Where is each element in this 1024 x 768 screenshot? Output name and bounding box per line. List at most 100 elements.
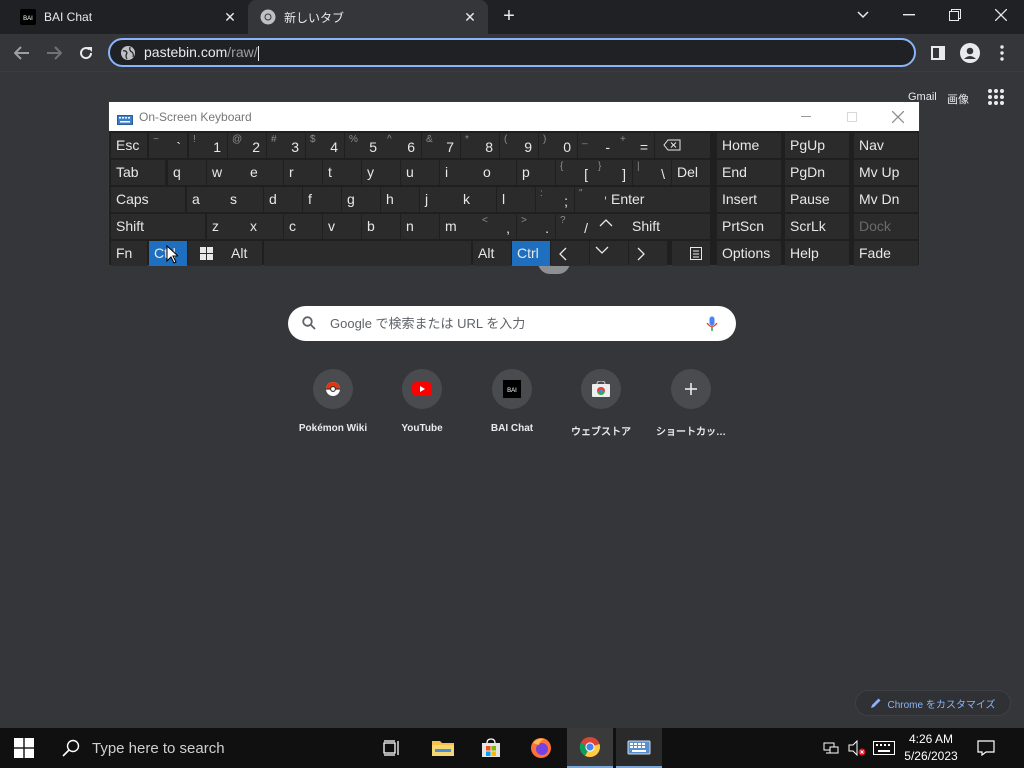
key-char[interactable]: m xyxy=(440,214,478,239)
key-char[interactable]: % 5 xyxy=(345,133,383,158)
key-char[interactable]: e xyxy=(245,160,283,185)
key-char[interactable]: y xyxy=(362,160,400,185)
key-char[interactable]: :; xyxy=(536,187,574,212)
key-char[interactable]: ^ 6 xyxy=(383,133,421,158)
key-char[interactable]: z xyxy=(207,214,245,239)
key-char[interactable]: (9 xyxy=(500,133,538,158)
key-dock[interactable]: Dock xyxy=(854,214,918,239)
touch-keyboard-tray-icon[interactable] xyxy=(870,728,898,768)
chrome-taskbar-button[interactable] xyxy=(567,728,613,768)
close-window-button[interactable] xyxy=(978,0,1024,30)
key-caps[interactable]: Caps xyxy=(111,187,185,212)
key-char[interactable]: v xyxy=(323,214,361,239)
restore-button[interactable] xyxy=(932,0,978,30)
key-char[interactable]: o xyxy=(478,160,516,185)
key-pause[interactable]: Pause xyxy=(785,187,849,212)
key-char[interactable]: n xyxy=(401,214,439,239)
forward-button[interactable] xyxy=(40,39,68,67)
key-char[interactable]: ? / xyxy=(556,214,594,239)
key-char[interactable]: $4 xyxy=(306,133,344,158)
profile-button[interactable] xyxy=(956,39,984,67)
key-char[interactable]: >. xyxy=(517,214,555,239)
arrow-down-key[interactable] xyxy=(590,241,628,266)
key-end[interactable]: End xyxy=(717,160,781,185)
firefox-button[interactable] xyxy=(518,728,564,768)
shortcut-youtube[interactable]: YouTube xyxy=(374,368,470,434)
side-panel-button[interactable] xyxy=(924,39,952,67)
key-char[interactable]: h xyxy=(381,187,419,212)
tab-close-icon[interactable]: ✕ xyxy=(220,7,240,27)
network-tray-icon[interactable] xyxy=(818,728,844,768)
address-bar[interactable]: pastebin.com/raw/ xyxy=(108,38,916,67)
shortcut-add[interactable]: ショートカッ… xyxy=(643,368,739,438)
key-help[interactable]: Help xyxy=(785,241,849,266)
key-shift[interactable]: Shift xyxy=(111,214,205,239)
key-char[interactable]: f xyxy=(303,187,341,212)
key-pgup[interactable]: PgUp xyxy=(785,133,849,158)
key-options[interactable]: Options xyxy=(717,241,781,266)
key-char[interactable]: s xyxy=(225,187,263,212)
tab-bai-chat[interactable]: BAI BAI Chat ✕ xyxy=(8,0,248,34)
key-char[interactable]: ~ ` xyxy=(149,133,187,158)
osk-taskbar-button[interactable] xyxy=(616,728,662,768)
key-char[interactable]: l xyxy=(497,187,535,212)
key-insert[interactable]: Insert xyxy=(717,187,781,212)
key-esc[interactable]: Esc xyxy=(111,133,147,158)
volume-tray-icon[interactable] xyxy=(844,728,870,768)
key-mv-dn[interactable]: Mv Dn xyxy=(854,187,918,212)
shortcut-webstore[interactable]: ウェブストア xyxy=(553,368,649,438)
key-char[interactable]: x xyxy=(245,214,283,239)
key-char[interactable]: ) 0 xyxy=(539,133,577,158)
key-char[interactable]: j xyxy=(420,187,458,212)
key-char[interactable]: ! 1 xyxy=(189,133,227,158)
key-char[interactable]: <, xyxy=(478,214,516,239)
key-char[interactable]: k xyxy=(458,187,496,212)
taskbar-clock[interactable]: 4:26 AM 5/26/2023 xyxy=(900,731,962,765)
osk-maximize-button[interactable] xyxy=(829,102,875,131)
key-char[interactable]: _ - xyxy=(578,133,616,158)
key-space[interactable] xyxy=(264,241,471,266)
key-scrlk[interactable]: ScrLk xyxy=(785,214,849,239)
key-char[interactable]: w xyxy=(207,160,245,185)
task-view-button[interactable] xyxy=(370,728,414,768)
key-char[interactable]: i xyxy=(440,160,478,185)
windows-key[interactable] xyxy=(188,241,226,266)
file-explorer-button[interactable] xyxy=(420,728,466,768)
key-char[interactable]: u xyxy=(401,160,439,185)
key-fn[interactable]: Fn xyxy=(111,241,147,266)
osk-close-button[interactable] xyxy=(875,102,921,131)
key-char[interactable]: c xyxy=(284,214,322,239)
key-nav[interactable]: Nav xyxy=(854,133,918,158)
key-char[interactable]: + = xyxy=(616,133,654,158)
key-alt[interactable]: Alt xyxy=(473,241,511,266)
osk-minimize-button[interactable] xyxy=(783,102,829,131)
customize-chrome-button[interactable]: Chrome をカスタマイズ xyxy=(855,690,1011,716)
key-char[interactable]: | \ xyxy=(633,160,671,185)
backspace-key[interactable] xyxy=(655,133,710,158)
key-pgdn[interactable]: PgDn xyxy=(785,160,849,185)
key-char[interactable]: {[ xyxy=(556,160,594,185)
shortcut-pokemon-wiki[interactable]: Pokémon Wiki xyxy=(285,368,381,434)
key-alt[interactable]: Alt xyxy=(226,241,262,266)
menu-button[interactable] xyxy=(988,39,1016,67)
search-input[interactable] xyxy=(330,316,706,331)
menu-key-key[interactable] xyxy=(672,241,710,266)
key-mv-up[interactable]: Mv Up xyxy=(854,160,918,185)
images-link[interactable]: 画像 xyxy=(947,91,969,107)
key-char[interactable]: #3 xyxy=(267,133,305,158)
tab-search-chevron-icon[interactable] xyxy=(840,0,886,30)
key-char[interactable]: @2 xyxy=(228,133,266,158)
google-apps-icon[interactable] xyxy=(988,89,1004,105)
key-shift[interactable]: Shift xyxy=(627,214,710,239)
arrow-right-key[interactable] xyxy=(629,241,667,266)
key-char[interactable]: g xyxy=(342,187,380,212)
key-char[interactable]: t xyxy=(323,160,361,185)
back-button[interactable] xyxy=(8,39,36,67)
key-del[interactable]: Del xyxy=(672,160,710,185)
tab-close-icon[interactable]: ✕ xyxy=(460,7,480,27)
key-tab[interactable]: Tab xyxy=(111,160,165,185)
key-ctrl[interactable]: Ctrl xyxy=(512,241,550,266)
tab-new-tab[interactable]: 新しいタブ ✕ xyxy=(248,0,488,34)
reload-button[interactable] xyxy=(72,39,100,67)
start-button[interactable] xyxy=(0,728,48,768)
